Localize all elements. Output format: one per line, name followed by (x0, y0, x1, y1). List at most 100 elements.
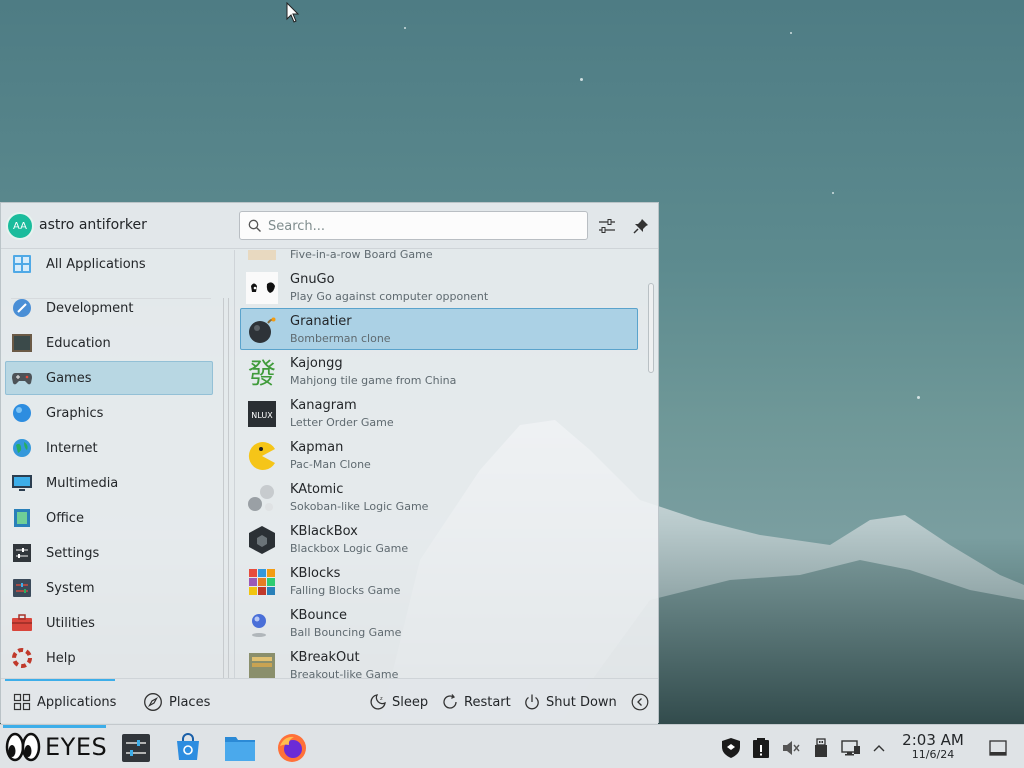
app-launcher-button[interactable]: EYES (5, 732, 107, 762)
tab-places[interactable]: Places (143, 679, 210, 725)
tray-network[interactable] (840, 737, 862, 759)
category-label: Multimedia (46, 475, 119, 491)
category-all-applications[interactable]: All Applications (5, 250, 213, 281)
category-office[interactable]: Office (5, 501, 213, 535)
all-apps-icon (11, 253, 33, 275)
category-scrollbar[interactable] (223, 298, 229, 678)
graphics-icon (11, 402, 33, 424)
search-input[interactable] (268, 216, 578, 236)
app-description: Pac-Man Clone (290, 458, 371, 471)
app-list: Five-in-a-row Board Game GnuGo Play Go a… (237, 250, 643, 678)
category-internet[interactable]: Internet (5, 431, 213, 465)
category-graphics[interactable]: Graphics (5, 396, 213, 430)
app-item-kapman[interactable]: Kapman Pac-Man Clone (240, 434, 638, 476)
avatar[interactable]: AA (6, 212, 34, 240)
pin-button[interactable] (629, 214, 653, 238)
app-description: Letter Order Game (290, 416, 394, 429)
sleep-button[interactable]: z Sleep (369, 679, 428, 725)
kbreakout-icon (246, 650, 278, 678)
category-help[interactable]: Help (5, 641, 213, 675)
category-games[interactable]: Games (5, 361, 213, 395)
app-item-kblocks[interactable]: KBlocks Falling Blocks Game (240, 560, 638, 602)
application-launcher: AA astro antiforker All Applications Dev… (0, 202, 659, 725)
svg-text:z: z (380, 696, 383, 702)
eyes-logo-icon (5, 732, 41, 762)
app-description: Blackbox Logic Game (290, 542, 409, 555)
app-name: KBlocks (290, 566, 341, 581)
network-icon (841, 740, 860, 756)
tray-volume[interactable] (780, 737, 802, 759)
app-description: Play Go against computer opponent (290, 290, 489, 303)
kapman-icon (246, 440, 278, 472)
app-item-kbounce[interactable]: KBounce Ball Bouncing Game (240, 602, 638, 644)
tray-security[interactable] (720, 737, 742, 759)
office-icon (11, 507, 33, 529)
app-item-kbreakout[interactable]: KBreakOut Breakout-like Game (240, 644, 638, 678)
show-desktop-icon (989, 740, 1007, 756)
app-name: KAtomic (290, 482, 344, 497)
more-actions-button[interactable] (631, 679, 654, 725)
granatier-icon (246, 314, 278, 346)
category-label: Graphics (46, 405, 104, 421)
sleep-icon: z (369, 693, 387, 711)
gomoku-icon (246, 250, 278, 262)
tray-usb[interactable] (810, 737, 832, 759)
category-utilities[interactable]: Utilities (5, 606, 213, 640)
app-description: Mahjong tile game from China (290, 374, 457, 387)
configure-button[interactable] (595, 214, 619, 238)
katomic-icon (246, 482, 278, 514)
help-icon (11, 647, 33, 669)
gnugo-icon (246, 272, 278, 304)
category-development[interactable]: Development (5, 291, 213, 325)
taskbar-system-settings[interactable] (120, 732, 152, 764)
utilities-icon (11, 612, 33, 634)
svg-text:NLUX: NLUX (251, 411, 273, 420)
tab-label: Applications (37, 694, 117, 710)
taskbar-firefox[interactable] (276, 732, 308, 764)
app-name: KBreakOut (290, 650, 360, 665)
app-name: Kanagram (290, 398, 357, 413)
restart-icon (441, 693, 459, 711)
tab-applications[interactable]: Applications (13, 679, 116, 725)
shutdown-button[interactable]: Shut Down (523, 679, 617, 725)
restart-button[interactable]: Restart (441, 679, 511, 725)
clock[interactable]: 2:03 AM 11/6/24 (893, 731, 973, 761)
taskbar-file-manager[interactable] (224, 732, 256, 764)
app-item-granatier[interactable]: Granatier Bomberman clone (240, 308, 638, 350)
category-label: Games (46, 370, 92, 386)
category-system[interactable]: System (5, 571, 213, 605)
education-icon (11, 332, 33, 354)
scrollbar-thumb[interactable] (648, 283, 654, 373)
restart-label: Restart (464, 694, 511, 710)
category-label: Utilities (46, 615, 95, 631)
app-description: Bomberman clone (290, 332, 391, 345)
user-name[interactable]: astro antiforker (39, 217, 147, 233)
compass-icon (143, 692, 163, 712)
category-multimedia[interactable]: Multimedia (5, 466, 213, 500)
tray-clipboard[interactable] (750, 737, 772, 759)
category-settings[interactable]: Settings (5, 536, 213, 570)
app-item-kblackbox[interactable]: KBlackBox Blackbox Logic Game (240, 518, 638, 560)
app-item-gnugo[interactable]: GnuGo Play Go against computer opponent (240, 266, 638, 308)
app-item-kanagram[interactable]: NLUX Kanagram Letter Order Game (240, 392, 638, 434)
internet-icon (11, 437, 33, 459)
app-item-kajongg[interactable]: 發 Kajongg Mahjong tile game from China (240, 350, 638, 392)
divider (234, 250, 235, 678)
category-list: All Applications Development Education G… (1, 250, 217, 678)
tray-expand[interactable] (868, 737, 890, 759)
category-label: Internet (46, 440, 98, 456)
app-item-katomic[interactable]: KAtomic Sokoban-like Logic Game (240, 476, 638, 518)
app-item-gomoku[interactable]: Five-in-a-row Board Game (240, 250, 638, 266)
firefox-icon (278, 734, 306, 762)
svg-text:發: 發 (248, 357, 276, 388)
app-name: Granatier (290, 314, 352, 329)
usb-device-icon (815, 738, 827, 757)
show-desktop-button[interactable] (987, 737, 1009, 759)
category-education[interactable]: Education (5, 326, 213, 360)
app-name: Kapman (290, 440, 344, 455)
search-field[interactable] (239, 211, 588, 240)
taskbar-discover[interactable] (172, 732, 204, 764)
kajongg-icon: 發 (246, 356, 278, 388)
clock-date: 11/6/24 (911, 748, 955, 761)
app-list-scrollbar[interactable] (648, 283, 654, 678)
